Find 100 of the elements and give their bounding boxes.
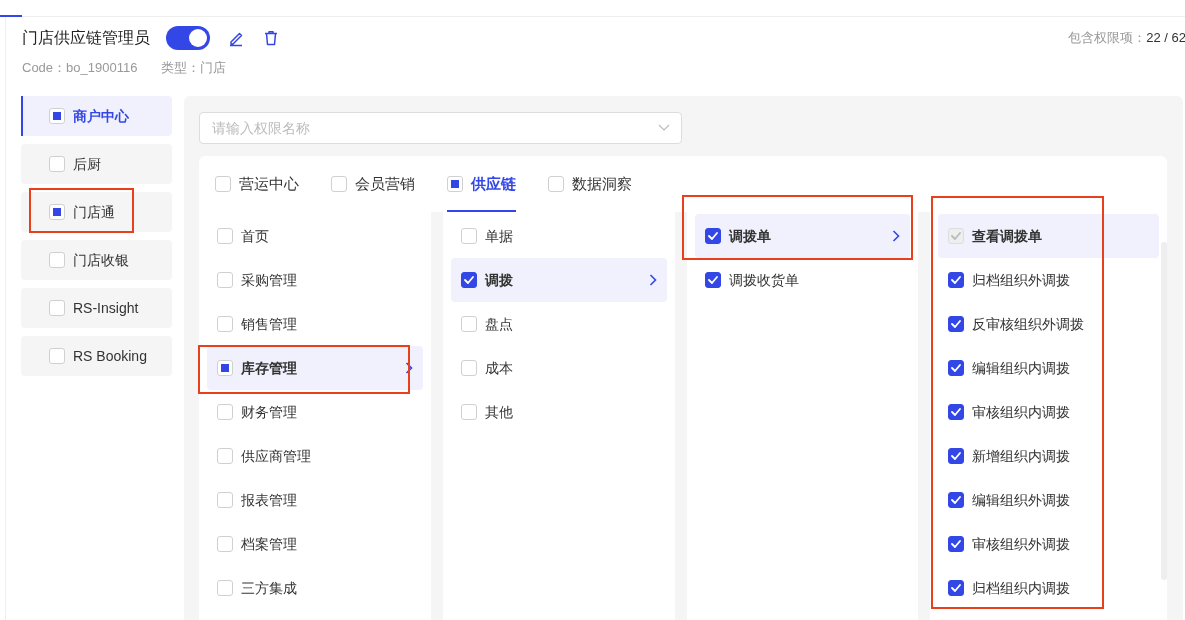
checkmark-icon bbox=[951, 320, 962, 328]
checkmark-icon bbox=[951, 452, 962, 460]
app-item[interactable]: 后厨 bbox=[21, 144, 172, 184]
permission-item[interactable]: 销售管理 bbox=[199, 302, 431, 346]
item-label: 档案管理 bbox=[241, 534, 297, 554]
tab-label: 会员营销 bbox=[355, 173, 415, 194]
checkmark-icon bbox=[951, 276, 962, 284]
checkbox[interactable] bbox=[948, 536, 965, 552]
item-label: 三方集成 bbox=[241, 578, 297, 598]
checkmark-icon bbox=[951, 364, 962, 372]
permission-item[interactable]: 调拨收货单 bbox=[686, 258, 919, 302]
permission-item[interactable]: 三方集成 bbox=[199, 566, 431, 610]
permission-item[interactable]: 归档组织内调拨 bbox=[930, 566, 1159, 610]
permission-item[interactable]: 成本 bbox=[442, 346, 675, 390]
permission-item[interactable]: 新增组织内调拨 bbox=[930, 434, 1159, 478]
permission-item[interactable]: 其他 bbox=[442, 390, 675, 434]
tab-label: 供应链 bbox=[471, 173, 516, 194]
app-item[interactable]: 商户中心 bbox=[21, 96, 172, 136]
permission-item[interactable]: 报表管理 bbox=[199, 478, 431, 522]
item-label: 归档组织内调拨 bbox=[972, 578, 1071, 598]
item-label: 供应商管理 bbox=[241, 446, 311, 466]
permission-item[interactable]: 调拨单 bbox=[694, 214, 911, 258]
permission-item[interactable]: 档案管理 bbox=[199, 522, 431, 566]
search-field[interactable]: 请输入权限名称 bbox=[199, 112, 682, 144]
item-label: 销售管理 bbox=[241, 314, 297, 334]
permission-count: 包含权限项：22 / 62 bbox=[1068, 29, 1185, 48]
permission-item[interactable]: 编辑组织外调拨 bbox=[930, 478, 1159, 522]
item-label: 调拨收货单 bbox=[728, 270, 799, 290]
app-label: RS Booking bbox=[73, 346, 147, 366]
item-label: 调拨 bbox=[484, 270, 513, 290]
checkmark-icon bbox=[951, 584, 962, 592]
app-item[interactable]: RS-Insight bbox=[21, 288, 172, 328]
item-label: 新增组织内调拨 bbox=[972, 446, 1071, 466]
tab-label: 数据洞察 bbox=[572, 173, 632, 194]
item-label: 单据 bbox=[484, 226, 513, 246]
item-label: 其他 bbox=[484, 402, 513, 422]
app-item[interactable]: RS Booking bbox=[21, 336, 172, 376]
delete-button[interactable] bbox=[262, 29, 280, 47]
item-label: 盘点 bbox=[484, 314, 513, 334]
role-type: 类型：门店 bbox=[161, 59, 227, 78]
checkmark-icon bbox=[951, 408, 962, 416]
permission-item[interactable]: 盘点 bbox=[442, 302, 675, 346]
toggle-switch[interactable] bbox=[166, 26, 210, 50]
checkbox[interactable] bbox=[704, 272, 721, 288]
checkbox[interactable] bbox=[460, 272, 477, 288]
item-label: 归档组织外调拨 bbox=[972, 270, 1071, 290]
module-tab[interactable]: 会员营销 bbox=[331, 156, 415, 212]
checkbox[interactable] bbox=[948, 316, 965, 332]
trash-icon bbox=[262, 29, 280, 47]
role-title: 门店供应链管理员 bbox=[22, 28, 150, 48]
checkmark-icon bbox=[707, 232, 718, 240]
permission-item[interactable]: 审核组织内调拨 bbox=[930, 390, 1159, 434]
permission-item[interactable]: 财务管理 bbox=[199, 390, 431, 434]
checkmark-icon bbox=[951, 496, 962, 504]
checkmark-icon bbox=[707, 276, 718, 284]
permission-item[interactable]: 反审核组织外调拨 bbox=[930, 302, 1159, 346]
item-label: 审核组织外调拨 bbox=[972, 534, 1071, 554]
item-label: 成本 bbox=[484, 358, 513, 378]
checkbox[interactable] bbox=[948, 272, 965, 288]
checkbox[interactable] bbox=[704, 228, 721, 244]
chevron-right-icon bbox=[892, 230, 901, 242]
item-label: 财务管理 bbox=[241, 402, 297, 422]
item-label: 库存管理 bbox=[241, 358, 297, 378]
tab-label: 营运中心 bbox=[239, 173, 299, 194]
app-item[interactable]: 门店通 bbox=[21, 192, 172, 232]
module-tab[interactable]: 营运中心 bbox=[215, 156, 299, 212]
checkbox[interactable] bbox=[948, 580, 965, 596]
item-label: 报表管理 bbox=[241, 490, 297, 510]
item-label: 反审核组织外调拨 bbox=[972, 314, 1085, 334]
app-label: 门店收银 bbox=[73, 250, 129, 270]
item-label: 编辑组织内调拨 bbox=[972, 358, 1071, 378]
permission-item[interactable]: 采购管理 bbox=[199, 258, 431, 302]
app-label: RS-Insight bbox=[73, 298, 139, 318]
permission-item[interactable]: 编辑组织内调拨 bbox=[930, 346, 1159, 390]
checkbox[interactable] bbox=[948, 448, 965, 464]
chevron-right-icon bbox=[648, 274, 657, 286]
checkmark-icon bbox=[951, 232, 962, 240]
item-label: 查看调拨单 bbox=[972, 226, 1043, 246]
item-label: 首页 bbox=[241, 226, 269, 246]
checkbox[interactable] bbox=[948, 492, 965, 508]
module-tab[interactable]: 供应链 bbox=[447, 156, 516, 212]
chevron-down-icon bbox=[658, 124, 670, 132]
role-code: Code：bo_1900116 bbox=[22, 59, 138, 78]
app-label: 商户中心 bbox=[73, 106, 129, 126]
permission-item[interactable]: 归档组织外调拨 bbox=[930, 258, 1159, 302]
checkbox[interactable] bbox=[948, 360, 965, 376]
checkbox[interactable] bbox=[948, 404, 965, 420]
app-label: 后厨 bbox=[73, 154, 101, 174]
module-tab[interactable]: 数据洞察 bbox=[548, 156, 632, 212]
item-label: 采购管理 bbox=[241, 270, 297, 290]
item-label: 调拨单 bbox=[728, 226, 771, 246]
permission-item[interactable]: 供应商管理 bbox=[199, 434, 431, 478]
permission-item[interactable]: 调拨 bbox=[450, 258, 667, 302]
permission-item[interactable]: 库存管理 bbox=[207, 346, 423, 390]
app-item[interactable]: 门店收银 bbox=[21, 240, 172, 280]
checkmark-icon bbox=[951, 540, 962, 548]
permission-item[interactable]: 审核组织外调拨 bbox=[930, 522, 1159, 566]
permission-item[interactable]: 首页 bbox=[199, 214, 431, 258]
permission-item[interactable]: 单据 bbox=[442, 214, 675, 258]
item-label: 编辑组织外调拨 bbox=[972, 490, 1071, 510]
